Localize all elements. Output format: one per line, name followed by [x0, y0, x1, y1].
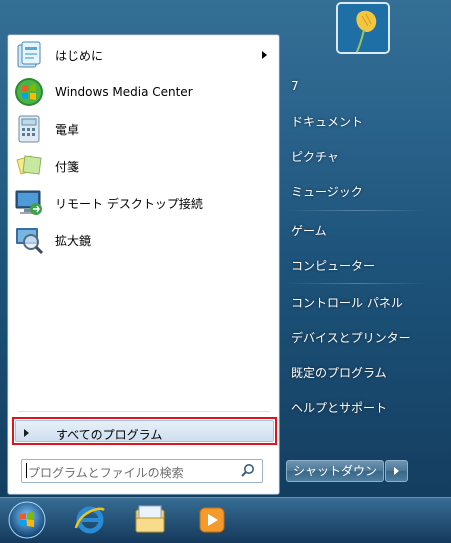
- menu-item-magnifier[interactable]: 拡大鏡: [11, 222, 275, 258]
- menu-item-calculator[interactable]: 電卓: [11, 111, 275, 147]
- user-avatar[interactable]: [336, 2, 390, 54]
- remote-desktop-icon: [15, 190, 42, 215]
- shutdown-options-button[interactable]: [385, 460, 408, 482]
- menu-item-windows-media-center[interactable]: Windows Media Center: [11, 74, 275, 110]
- right-item-computer[interactable]: コンピューター: [291, 257, 375, 274]
- menu-item-label: 電卓: [55, 122, 80, 137]
- divider: [287, 283, 427, 284]
- shutdown-button[interactable]: シャットダウン: [286, 460, 384, 482]
- menu-item-label: 付箋: [55, 159, 80, 174]
- start-menu: はじめに Windows Media Center 電卓 付箋 リモート デスク…: [0, 0, 451, 497]
- search-placeholder: プログラムとファイルの検索: [28, 466, 184, 480]
- right-item-documents[interactable]: ドキュメント: [291, 113, 363, 130]
- right-item-control-panel[interactable]: コントロール パネル: [291, 294, 403, 311]
- divider: [18, 411, 270, 412]
- menu-item-label: リモート デスクトップ接続: [55, 196, 203, 211]
- right-item-devices-printers[interactable]: デバイスとプリンター: [291, 329, 411, 346]
- submenu-arrow-icon: [262, 51, 267, 59]
- right-item-default-programs[interactable]: 既定のプログラム: [291, 364, 387, 381]
- getting-started-icon: [17, 41, 41, 68]
- windows-media-center-icon: [15, 78, 43, 106]
- menu-item-getting-started[interactable]: はじめに: [11, 37, 275, 73]
- expand-arrow-icon: [24, 429, 29, 437]
- menu-item-remote-desktop[interactable]: リモート デスクトップ接続: [11, 185, 275, 221]
- menu-item-label: はじめに: [55, 48, 104, 63]
- right-item-help-support[interactable]: ヘルプとサポート: [291, 399, 387, 416]
- right-item-user[interactable]: 7: [291, 79, 299, 93]
- menu-item-sticky-notes[interactable]: 付箋: [11, 148, 275, 184]
- sticky-notes-icon: [16, 155, 42, 175]
- start-orb-icon[interactable]: [6, 500, 48, 540]
- right-item-games[interactable]: ゲーム: [291, 222, 327, 239]
- media-player-icon[interactable]: [192, 502, 232, 538]
- menu-item-label: 拡大鏡: [55, 233, 92, 248]
- divider: [287, 210, 427, 211]
- windows-explorer-icon[interactable]: [130, 502, 170, 538]
- text-caret: [26, 463, 27, 478]
- search-icon[interactable]: [240, 463, 256, 479]
- menu-item-label: Windows Media Center: [55, 85, 193, 99]
- all-programs-label: すべてのプログラム: [56, 428, 163, 442]
- left-pane: はじめに Windows Media Center 電卓 付箋 リモート デスク…: [7, 34, 280, 495]
- all-programs-highlight: すべてのプログラム: [15, 420, 274, 442]
- magnifier-icon: [16, 228, 44, 255]
- calculator-icon: [18, 115, 40, 143]
- search-input[interactable]: プログラムとファイルの検索: [21, 459, 263, 483]
- right-item-pictures[interactable]: ピクチャ: [291, 148, 339, 165]
- flower-icon: [338, 4, 388, 52]
- internet-explorer-icon[interactable]: [70, 502, 110, 538]
- right-item-music[interactable]: ミュージック: [291, 183, 363, 200]
- taskbar: [0, 497, 451, 543]
- all-programs-button[interactable]: すべてのプログラム: [12, 417, 277, 445]
